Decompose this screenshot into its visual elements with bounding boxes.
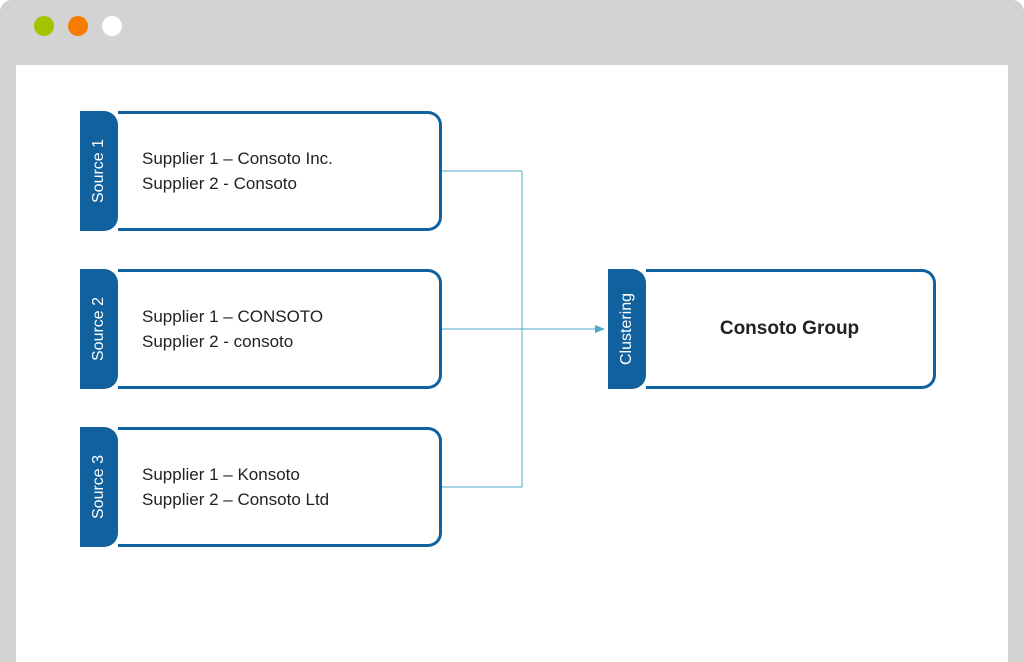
cluster-label: Clustering [618,293,636,365]
cluster-body: Consoto Group [646,269,936,389]
source-tab-2: Source 2 [80,269,118,389]
window-dot-orange [68,16,88,36]
window-dot-green [34,16,54,36]
source-body-3: Supplier 1 – Konsoto Supplier 2 – Consot… [118,427,442,547]
cluster-box: Clustering Consoto Group [608,269,936,389]
source-label-2: Source 2 [90,297,108,361]
source-body-1: Supplier 1 – Consoto Inc. Supplier 2 - C… [118,111,442,231]
source-1-line-2: Supplier 2 - Consoto [142,171,439,197]
source-tab-1: Source 1 [80,111,118,231]
source-tab-3: Source 3 [80,427,118,547]
source-3-line-2: Supplier 2 – Consoto Ltd [142,487,439,513]
source-1-line-1: Supplier 1 – Consoto Inc. [142,146,439,172]
content-area: Source 1 Supplier 1 – Consoto Inc. Suppl… [16,65,1008,662]
source-3-line-1: Supplier 1 – Konsoto [142,462,439,488]
source-label-3: Source 3 [90,455,108,519]
source-body-2: Supplier 1 – CONSOTO Supplier 2 - consot… [118,269,442,389]
browser-window: Source 1 Supplier 1 – Consoto Inc. Suppl… [0,0,1024,662]
diagram-panel: Source 1 Supplier 1 – Consoto Inc. Suppl… [52,93,972,662]
source-2-line-1: Supplier 1 – CONSOTO [142,304,439,330]
window-dot-white [102,16,122,36]
source-box-2: Source 2 Supplier 1 – CONSOTO Supplier 2… [80,269,442,389]
source-box-3: Source 3 Supplier 1 – Konsoto Supplier 2… [80,427,442,547]
window-titlebar [0,0,1024,52]
source-label-1: Source 1 [90,139,108,203]
source-box-1: Source 1 Supplier 1 – Consoto Inc. Suppl… [80,111,442,231]
cluster-tab: Clustering [608,269,646,389]
source-2-line-2: Supplier 2 - consoto [142,329,439,355]
cluster-result: Consoto Group [720,318,859,340]
